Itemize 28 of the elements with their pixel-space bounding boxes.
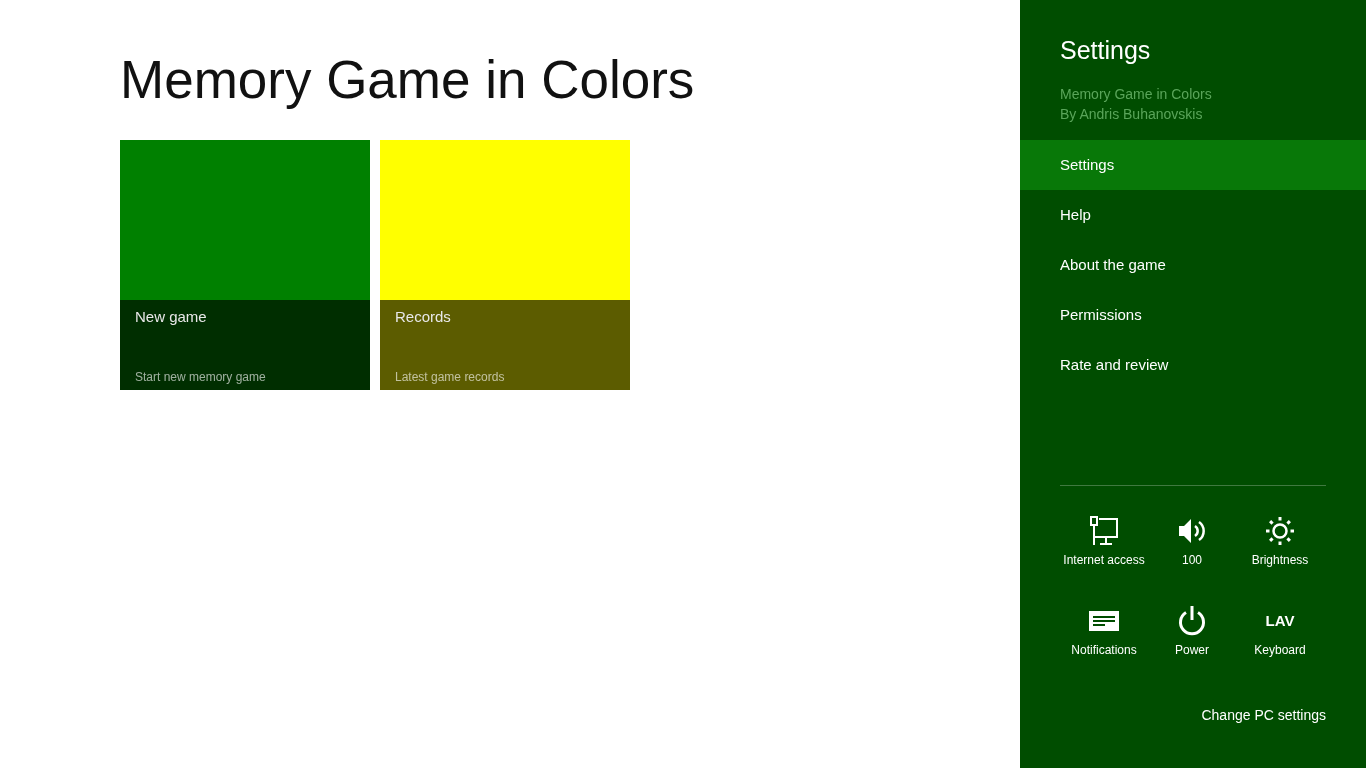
pane-title: Settings [1060, 35, 1151, 66]
power-icon [1178, 606, 1206, 636]
tile-subtitle: Start new memory game [135, 370, 266, 385]
quick-setting-button[interactable]: Brightness [1236, 500, 1324, 590]
quick-setting-button[interactable]: Notifications [1060, 590, 1148, 680]
menu-item[interactable]: Permissions [1020, 290, 1366, 340]
menu-item[interactable]: Rate and review [1020, 340, 1366, 390]
change-pc-settings-link[interactable]: Change PC settings [1201, 706, 1326, 724]
network-monitor-icon [1089, 516, 1119, 546]
tile[interactable]: New game Start new memory game [120, 140, 370, 390]
speaker-icon [1178, 517, 1206, 545]
quick-setting-button[interactable]: 100 [1148, 500, 1236, 590]
tile[interactable]: Records Latest game records [380, 140, 630, 390]
app-title: Memory Game in Colors [120, 49, 695, 111]
menu-item[interactable]: About the game [1020, 240, 1366, 290]
keyboard-layout-code: LAV [1265, 612, 1295, 630]
quick-setting-button[interactable]: Power [1148, 590, 1236, 680]
app-name: Memory Game in Colors [1060, 85, 1212, 104]
tile-subtitle: Latest game records [395, 370, 505, 385]
tile-title: New game [135, 308, 207, 326]
menu-item[interactable]: Help [1020, 190, 1366, 240]
quick-setting-button[interactable]: LAV Keyboard [1236, 590, 1324, 680]
menu-item[interactable]: Settings [1020, 140, 1366, 190]
app-author: By Andris Buhanovskis [1060, 105, 1203, 124]
sun-icon [1264, 515, 1296, 547]
tile-title: Records [395, 308, 451, 326]
message-icon [1089, 611, 1119, 631]
quick-setting-button[interactable]: Internet access [1060, 500, 1148, 590]
